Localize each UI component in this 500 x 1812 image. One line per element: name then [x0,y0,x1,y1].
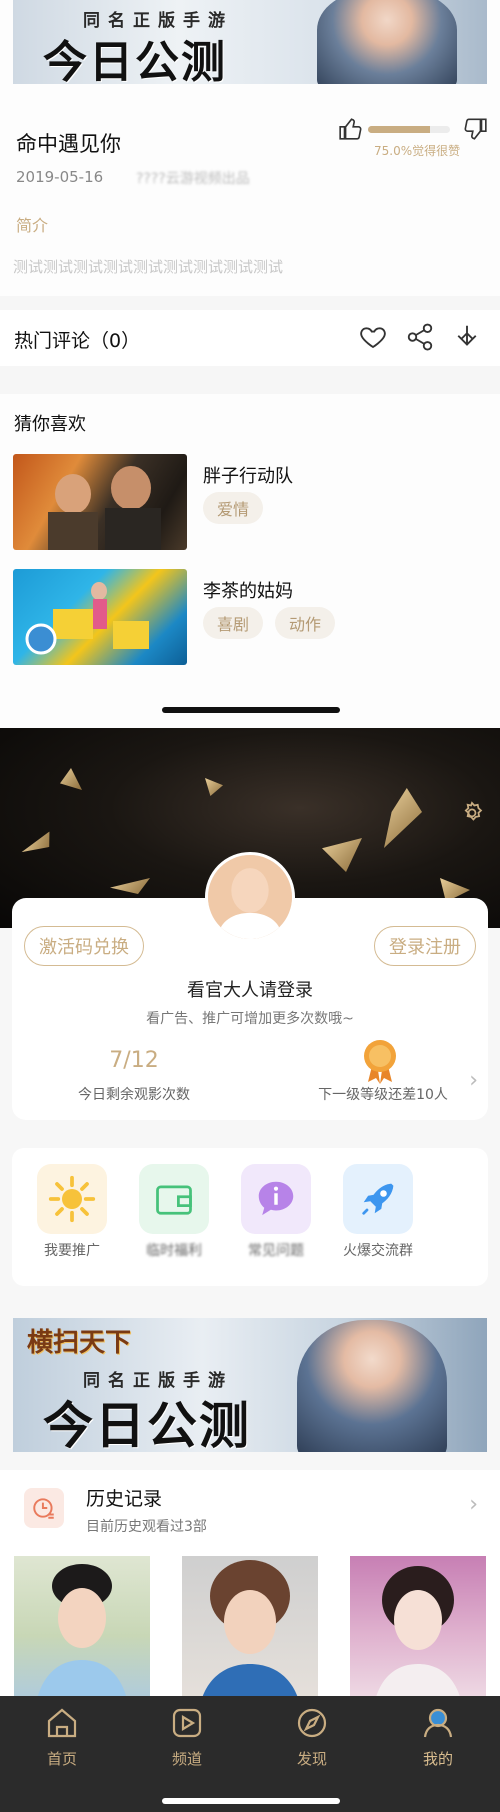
rating-widget: 75.0%觉得很赞 [338,116,488,160]
intro-label[interactable]: 简介 [16,212,48,236]
movie-poster[interactable] [13,454,187,550]
tag-list: 喜剧 动作 [203,607,336,639]
gold-shard [19,831,56,858]
poster-figures [48,466,161,550]
share-icon[interactable] [405,322,435,352]
home-indicator [162,1798,340,1804]
login-prompt-subtitle: 看广告、推广可增加更多次数哦~ [146,1011,354,1027]
info-icon [241,1164,311,1234]
release-date: 2019-05-16 [16,168,104,186]
history-title: 历史记录 [86,1488,163,1510]
intro-text: 测试测试测试测试测试测试测试测试测试 [13,258,284,276]
tab-label: 首页 [46,1750,77,1768]
recommend-item[interactable]: 胖子行动队 爱情 [13,454,489,550]
heart-icon[interactable] [358,322,388,352]
banner-title: 今日公测 [43,37,227,84]
tab-label: 我的 [422,1750,453,1768]
download-icon[interactable] [452,322,482,352]
remaining-views-label: 今日剩余观影次数 [78,1087,190,1103]
video-title: 命中遇见你 [16,132,121,156]
tab-label: 频道 [171,1750,202,1768]
gold-shard [384,788,422,848]
feature-welfare[interactable]: 临时福利 [124,1164,224,1260]
play-icon [172,1708,202,1738]
feature-promote[interactable]: 我要推广 [22,1164,122,1260]
genre-tag[interactable]: 爱情 [203,492,264,524]
publisher-text: ????云游视频出品 [136,171,250,187]
medal-icon [364,1040,396,1084]
tab-label: 发现 [296,1750,327,1768]
user-icon [423,1708,453,1738]
gold-shard [205,778,223,796]
feature-faq[interactable]: 常见问题 [226,1164,326,1260]
history-entry[interactable]: 历史记录 目前历史观看过3部 › [0,1470,500,1544]
level-progress-label: 下一级等级还差10人 [318,1087,448,1103]
recommend-name: 胖子行动队 [203,466,293,487]
tab-channel[interactable]: 频道 [147,1706,227,1769]
login-prompt-title[interactable]: 看官大人请登录 [12,976,488,1002]
feature-label: 常见问题 [248,1243,304,1259]
tab-mine[interactable]: 我的 [398,1706,478,1769]
thumb-down-icon[interactable] [462,116,488,142]
avatar[interactable] [205,852,295,942]
remaining-views-count: 7/12 [109,1048,159,1073]
feature-label: 我要推广 [44,1243,100,1259]
genre-tag[interactable]: 喜剧 [203,607,264,639]
rating-bar [368,126,450,133]
home-indicator [162,707,340,713]
history-thumbnail[interactable] [14,1556,150,1716]
section-divider [0,366,500,394]
section-divider [0,296,500,310]
thumb-up-icon[interactable] [338,116,364,142]
activation-code-button[interactable]: 激活码兑换 [24,926,144,966]
portrait-image [372,1566,464,1716]
feature-label: 临时福利 [146,1243,202,1259]
home-icon [47,1708,77,1738]
feature-grid: 我要推广 临时福利 常见问题 火爆交流群 [12,1148,488,1286]
movie-poster[interactable] [13,569,187,665]
recommend-item[interactable]: 李茶的姑妈 喜剧 动作 [13,569,489,665]
comments-header: 热门评论（0） [0,310,500,366]
gold-shard [110,878,150,894]
history-subtitle: 目前历史观看过3部 [86,1519,207,1535]
history-thumbnail[interactable] [350,1556,486,1716]
banner-title: 今日公测 [43,1396,251,1452]
tab-home[interactable]: 首页 [22,1706,102,1769]
user-card: 激活码兑换 登录注册 看官大人请登录 看广告、推广可增加更多次数哦~ 7/12 … [12,852,488,1120]
chevron-right-icon[interactable]: › [469,1068,478,1093]
video-detail-screen: 同名正版手游 今日公测 命中遇见你 2019-05-16 ????云游视频出品 … [0,0,500,728]
game-ad-banner[interactable]: 横扫天下 同名正版手游 今日公测 [13,1318,487,1452]
login-register-button[interactable]: 登录注册 [374,926,476,966]
recommend-name: 李茶的姑妈 [203,581,293,602]
portrait-image [198,1560,302,1716]
comments-title: 热门评论（0） [14,330,141,352]
tag-list: 爱情 [203,492,264,524]
banner-logo-text: 横扫天下 [27,1328,132,1358]
gold-shard [60,768,82,790]
genre-tag[interactable]: 动作 [275,607,336,639]
compass-icon [297,1708,327,1738]
default-avatar-icon [208,855,292,939]
history-clock-icon [24,1488,64,1528]
feature-label: 火爆交流群 [343,1243,413,1259]
chevron-right-icon[interactable]: › [469,1492,478,1517]
tab-discover[interactable]: 发现 [272,1706,352,1769]
settings-gear-icon[interactable] [458,800,486,828]
banner-character-image [297,1320,447,1452]
rating-text: 75.0%觉得很赞 [374,144,461,158]
portrait-image [34,1564,130,1716]
wallet-icon [139,1164,209,1234]
history-thumbnail[interactable] [182,1556,318,1716]
game-ad-banner[interactable]: 同名正版手游 今日公测 [13,0,487,84]
recommend-title: 猜你喜欢 [14,414,86,435]
sun-icon [37,1164,107,1234]
gold-shard [322,838,362,872]
poster-figures [25,582,149,655]
profile-screen: 激活码兑换 登录注册 看官大人请登录 看广告、推广可增加更多次数哦~ 7/12 … [0,728,500,1812]
rocket-icon [343,1164,413,1234]
rating-bar-fill [368,126,430,133]
bottom-tab-bar: 首页 频道 发现 我的 [0,1696,500,1812]
banner-character-image [317,0,457,84]
feature-group[interactable]: 火爆交流群 [328,1164,428,1260]
